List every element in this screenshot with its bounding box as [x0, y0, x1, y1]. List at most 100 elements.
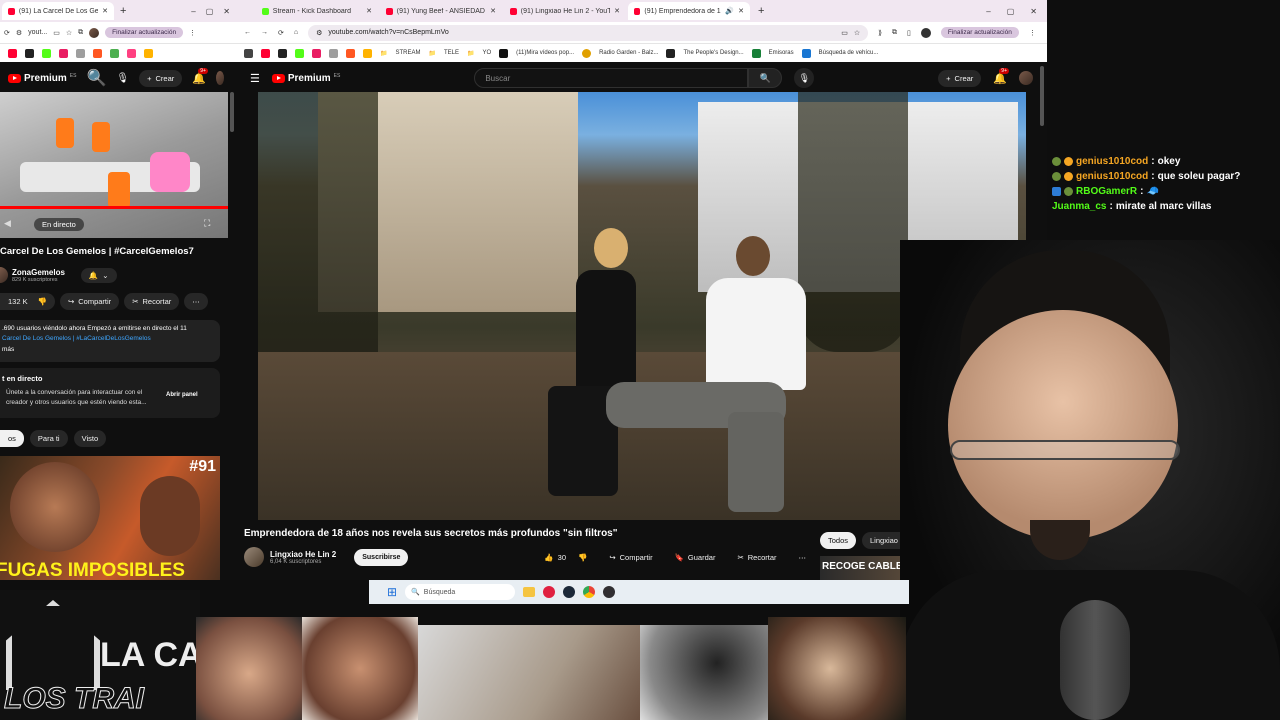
bookmark-icon[interactable]	[261, 48, 270, 58]
bookmark-star-icon[interactable]: ☆	[66, 29, 72, 37]
create-button[interactable]: + Crear	[938, 69, 982, 87]
update-button[interactable]: Finalizar actualización	[105, 27, 184, 38]
site-info-icon[interactable]: ⚙	[316, 29, 322, 37]
microphone-icon[interactable]: 🎙	[116, 73, 129, 84]
steam-icon[interactable]	[563, 586, 576, 598]
chip-watched[interactable]: Visto	[73, 430, 107, 447]
url-field[interactable]: yout...	[28, 29, 47, 36]
bookmark-icon[interactable]	[93, 48, 102, 58]
channel-avatar[interactable]	[0, 267, 8, 283]
live-video-player[interactable]: ◀ En directo ⛶	[0, 92, 228, 238]
bookmark-icon[interactable]	[59, 48, 68, 58]
clip-button[interactable]: ✂ Recortar	[729, 549, 784, 566]
bookmark-icon[interactable]	[346, 48, 355, 58]
bookmark-stream[interactable]: STREAM	[395, 50, 420, 56]
clip-button[interactable]: ✂ Recortar	[124, 293, 180, 310]
fullscreen-icon[interactable]: ⛶	[204, 218, 210, 229]
description-box[interactable]: .690 usuarios viéndolo ahora Empezó a em…	[0, 320, 220, 362]
close-icon[interactable]: ✕	[490, 7, 496, 15]
channel-name[interactable]: Lingxiao He Lin 2	[270, 550, 336, 559]
site-info-icon[interactable]: ⚙	[16, 29, 22, 37]
close-icon[interactable]: ✕	[102, 7, 108, 15]
bookmark-icon[interactable]	[244, 48, 253, 58]
like-button[interactable]: 132 K 👎	[0, 293, 55, 310]
chip-for-you[interactable]: Para ti	[29, 430, 68, 447]
bookmark-icon[interactable]	[144, 48, 153, 58]
recommended-thumbnail[interactable]: #91 FUGAS IMPOSIBLES	[0, 456, 220, 580]
youtube-premium-logo[interactable]: Premium ES	[271, 73, 340, 84]
bookmark-icon[interactable]	[110, 48, 119, 58]
window-close-icon[interactable]: ✕	[223, 7, 230, 16]
account-avatar[interactable]	[215, 71, 224, 85]
bookmark-yo[interactable]: YO	[482, 50, 491, 56]
notifications-icon[interactable]: 🔔 9+	[192, 67, 208, 85]
bookmark-icon[interactable]	[25, 48, 34, 58]
bookmark-icon[interactable]	[295, 48, 304, 58]
bookmark-tiktok[interactable]: (11)Mira vídeos pop...	[516, 50, 574, 56]
open-panel-button[interactable]: Abrir panel	[166, 392, 198, 398]
tab-lingxiao[interactable]: (91) Lingxiao He Lin 2 - YouTube✕	[504, 2, 626, 20]
cast-icon[interactable]: ▭	[53, 29, 60, 37]
obs-icon[interactable]	[603, 586, 616, 598]
dislike-icon[interactable]: 👎	[578, 553, 587, 562]
search-icon[interactable]: 🔍	[86, 68, 106, 88]
extensions-icon[interactable]: ⧉	[892, 29, 897, 37]
tab-yung-beef[interactable]: (91) Yung Beef - ANSIEDAD - Yo✕	[380, 2, 502, 20]
bookmark-tele[interactable]: TELE	[444, 50, 459, 56]
cast-icon[interactable]: ▭	[841, 29, 848, 37]
share-button[interactable]: ↪ Compartir	[59, 293, 120, 310]
close-icon[interactable]: ✕	[366, 7, 372, 15]
close-icon[interactable]: ✕	[738, 7, 744, 15]
new-tab-icon[interactable]: +	[758, 5, 764, 17]
bookmark-icon[interactable]	[8, 48, 17, 58]
home-icon[interactable]: ⌂	[294, 29, 298, 36]
window-close-icon[interactable]: ✕	[1030, 7, 1037, 16]
microphone-icon[interactable]: 🎙	[794, 68, 815, 88]
like-button[interactable]: 👍 30 👎	[536, 549, 595, 566]
menu-dots-icon[interactable]: ⋮	[1029, 29, 1036, 37]
share-button[interactable]: ↪ Compartir	[601, 549, 660, 566]
hamburger-menu-icon[interactable]: ☰	[250, 72, 260, 85]
update-button[interactable]: Finalizar actualización	[940, 27, 1019, 38]
recommended-thumbnail[interactable]: RECOGE CABLE?	[820, 556, 910, 580]
bookmark-icon[interactable]	[42, 48, 51, 58]
scrollbar[interactable]	[1040, 66, 1044, 126]
left-tab-active[interactable]: (91) La Carcel De Los Gemelos ✕	[2, 2, 114, 20]
reload-icon[interactable]: ⟳	[278, 29, 284, 37]
forward-icon[interactable]: →	[261, 29, 268, 36]
bookmark-emisoras[interactable]: Emisoras	[769, 50, 794, 56]
bookmark-icon[interactable]	[127, 48, 136, 58]
dislike-icon[interactable]: 👎	[38, 297, 47, 306]
youtube-premium-logo[interactable]: Premium ES	[8, 73, 76, 84]
mute-icon[interactable]: ◀	[4, 218, 11, 229]
live-badge[interactable]: En directo	[34, 218, 84, 231]
file-explorer-icon[interactable]	[523, 587, 536, 597]
more-actions-button[interactable]: ⋯	[791, 549, 815, 566]
profile-avatar[interactable]	[89, 27, 100, 38]
search-input[interactable]: Buscar	[485, 74, 510, 83]
create-button[interactable]: + Crear	[139, 69, 183, 87]
audio-icon[interactable]: 🔊	[725, 7, 734, 15]
bookmark-star-icon[interactable]: ☆	[854, 29, 860, 37]
bookmark-peoples-design[interactable]: The People's Design...	[683, 50, 743, 56]
profile-avatar[interactable]	[920, 27, 931, 38]
windows-start-icon[interactable]: ⊞	[387, 585, 397, 599]
account-avatar[interactable]	[1019, 71, 1033, 85]
extensions-icon[interactable]: ⧉	[78, 29, 83, 37]
search-button[interactable]: 🔍	[748, 68, 783, 88]
more-actions-button[interactable]: ⋯	[184, 293, 208, 310]
chip-all[interactable]: Todos	[820, 532, 857, 549]
back-icon[interactable]: ←	[244, 29, 251, 36]
chrome-icon[interactable]	[583, 586, 596, 598]
save-button[interactable]: 🔖 Guardar	[667, 549, 724, 566]
url-field[interactable]: ⚙ youtube.com/watch?v=nCsBepmLmVo ▭ ☆	[308, 24, 869, 41]
bookmark-icon[interactable]	[312, 48, 321, 58]
bookmark-icon[interactable]	[363, 48, 372, 58]
bookmark-radio-garden[interactable]: Radio Garden - Balz...	[599, 50, 658, 56]
reload-icon[interactable]: ⟳	[4, 29, 10, 37]
bookmark-icon[interactable]	[76, 48, 85, 58]
channel-name[interactable]: ZonaGemelos	[12, 268, 65, 277]
chip-all[interactable]: os	[0, 430, 24, 447]
extension-icon[interactable]: ⟫	[878, 29, 882, 37]
tab-emprendedora[interactable]: (91) Emprendedora de 18 a🔊✕	[628, 2, 750, 20]
